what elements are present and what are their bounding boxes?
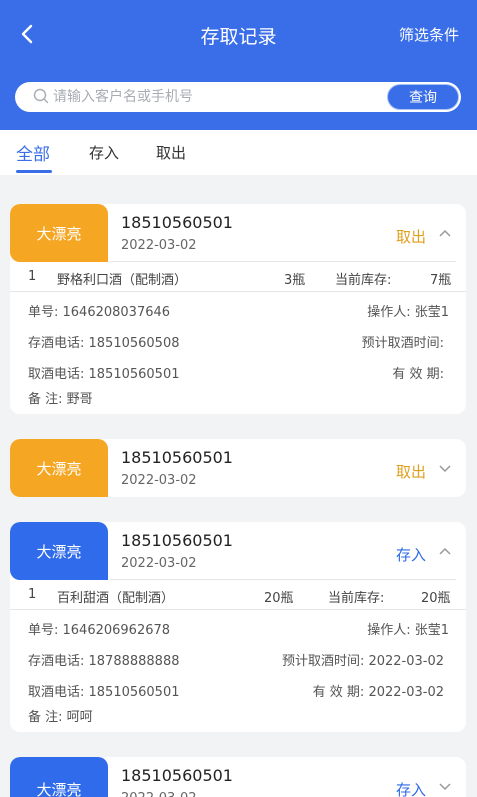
validity-period: 有 效 期: 2022-03-02 [312,685,444,700]
record-status: 取出 [395,463,426,481]
chevron-down-icon[interactable] [438,463,452,473]
filter-button[interactable]: 筛选条件 [399,24,459,45]
validity-period: 有 效 期: [392,367,444,382]
item-index: 1 [28,587,37,602]
customer-tag: 大漂亮 [10,439,108,497]
record-phone: 18510560501 [121,531,233,550]
divider [10,609,466,610]
order-number: 单号: 1646208037646 [28,305,171,320]
search-input[interactable] [53,86,353,108]
tab-bar: 全部 存入 取出 [0,130,477,175]
remark: 备 注: 野哥 [28,392,93,407]
tab-all[interactable]: 全部 [16,140,50,165]
deposit-phone: 存酒电话: 18788888888 [28,654,180,669]
search-button[interactable]: 查询 [387,84,459,110]
record-card[interactable]: 大漂亮 18510560501 2022-03-02 取出 1 野格利口酒（配制… [10,204,466,414]
record-phone: 18510560501 [121,213,233,232]
customer-tag: 大漂亮 [10,204,108,262]
search-bar: 查询 [15,82,461,112]
record-phone: 18510560501 [121,448,233,467]
record-date: 2022-03-02 [121,473,197,488]
item-stock: 7瓶 [430,273,452,288]
expected-withdraw-time: 预计取酒时间: [361,336,444,351]
operator: 操作人: 张莹1 [367,305,449,320]
customer-tag: 大漂亮 [10,522,108,580]
customer-tag: 大漂亮 [10,757,108,797]
record-status: 存入 [395,546,426,564]
tab-withdraw[interactable]: 取出 [156,142,186,163]
expected-withdraw-time: 预计取酒时间: 2022-03-02 [281,654,444,669]
record-card[interactable]: 大漂亮 18510560501 2022-03-02 取出 [10,439,466,497]
record-card[interactable]: 大漂亮 18510560501 2022-03-02 存入 1 百利甜酒（配制酒… [10,522,466,732]
item-qty: 20瓶 [264,591,294,606]
record-phone: 18510560501 [121,766,233,785]
item-row: 1 野格利口酒（配制酒） 3瓶 当前库存: 7瓶 [10,262,466,292]
record-status: 取出 [395,228,426,246]
record-date: 2022-03-02 [121,556,197,571]
item-name: 百利甜酒（配制酒） [57,591,175,606]
item-stock-label: 当前库存: [328,591,385,606]
record-date: 2022-03-02 [121,238,197,253]
record-card[interactable]: 大漂亮 18510560501 2022-03-02 存入 [10,757,466,797]
chevron-up-icon[interactable] [438,546,452,556]
tab-indicator [16,170,52,173]
record-date: 2022-03-02 [121,791,197,797]
tab-deposit[interactable]: 存入 [89,142,119,163]
operator: 操作人: 张莹1 [367,623,449,638]
item-row: 1 百利甜酒（配制酒） 20瓶 当前库存: 20瓶 [10,580,466,610]
customer-name: 大漂亮 [36,781,82,797]
chevron-down-icon[interactable] [438,781,452,791]
divider [10,291,466,292]
remark: 备 注: 呵呵 [28,710,93,725]
order-number: 单号: 1646206962678 [28,623,171,638]
item-stock: 20瓶 [421,591,451,606]
withdraw-phone: 取酒电话: 18510560501 [28,367,180,382]
item-name: 野格利口酒（配制酒） [57,273,188,288]
chevron-up-icon[interactable] [438,228,452,238]
item-index: 1 [28,269,37,284]
deposit-phone: 存酒电话: 18510560508 [28,336,180,351]
search-icon [33,88,49,104]
withdraw-phone: 取酒电话: 18510560501 [28,685,180,700]
item-stock-label: 当前库存: [335,273,392,288]
record-status: 存入 [395,781,426,797]
item-qty: 3瓶 [284,273,306,288]
